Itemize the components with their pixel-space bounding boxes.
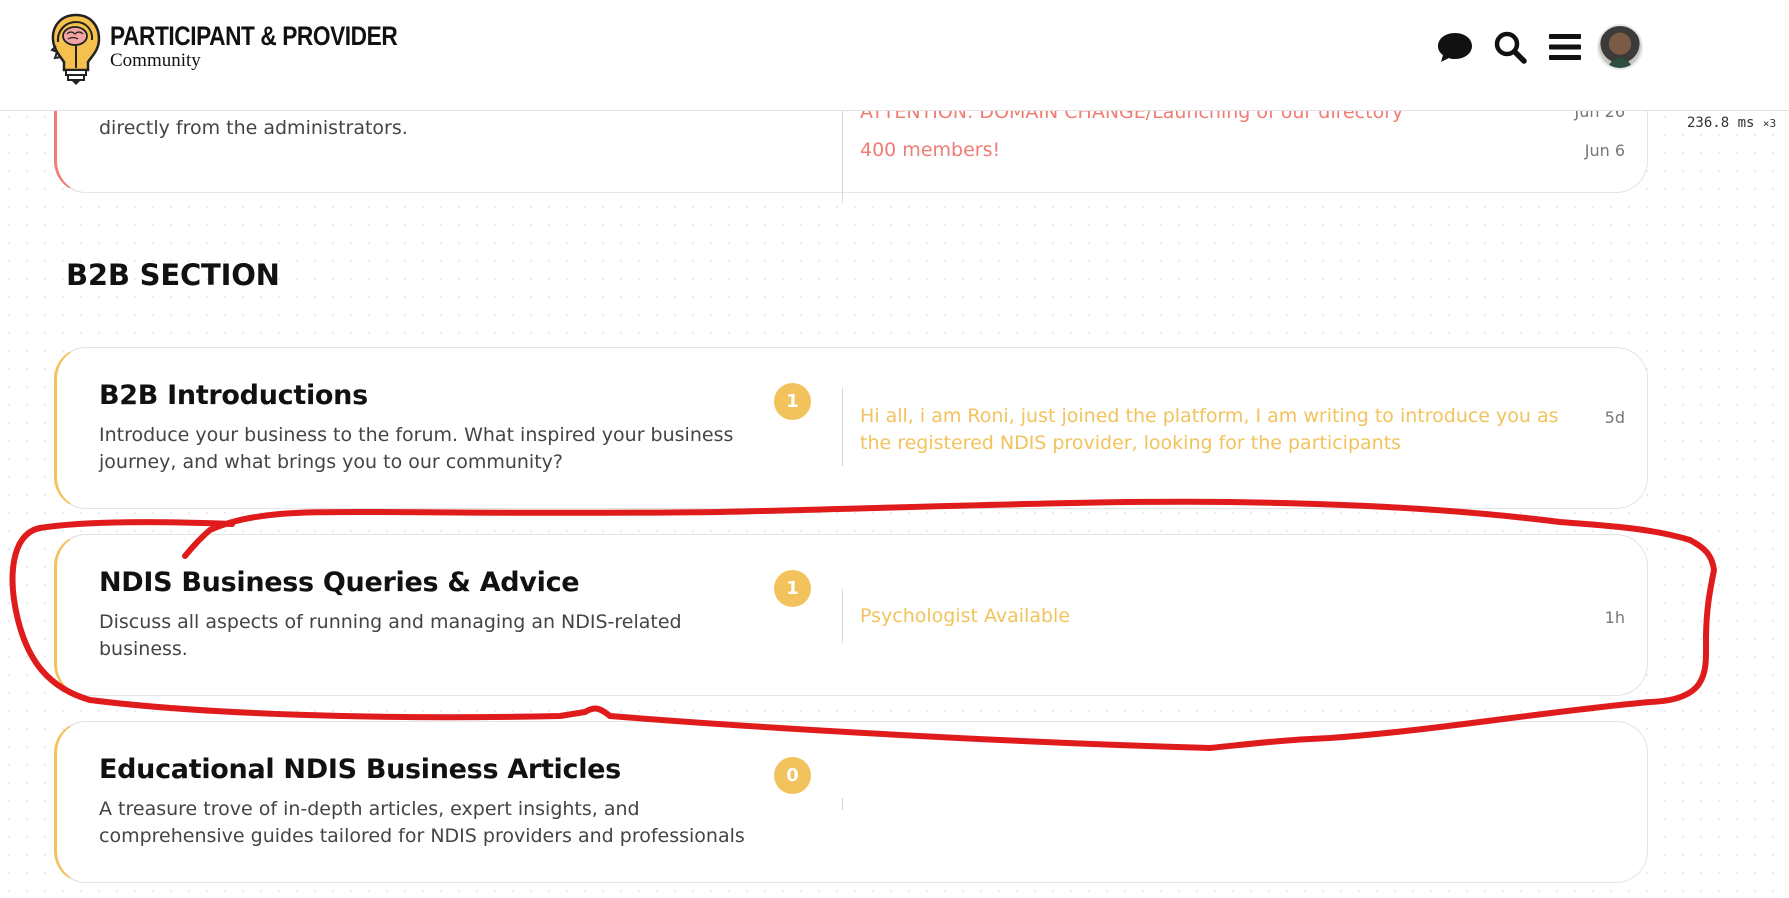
lightbulb-brain-logo-icon bbox=[50, 13, 101, 85]
search-icon bbox=[1494, 31, 1527, 64]
category-description: directly from the administrators. bbox=[99, 117, 408, 139]
search-button[interactable] bbox=[1487, 24, 1533, 70]
category-title[interactable]: Educational NDIS Business Articles bbox=[99, 754, 621, 785]
category-card-b2b-introductions[interactable]: B2B Introductions Introduce your busines… bbox=[54, 347, 1648, 509]
chat-icon bbox=[1438, 33, 1472, 62]
latest-topic-link[interactable]: 400 members! bbox=[860, 137, 1580, 164]
category-divider bbox=[842, 798, 843, 810]
latest-topic-link[interactable]: Psychologist Available bbox=[860, 603, 1580, 630]
latest-topic-age: 5d bbox=[1604, 408, 1625, 427]
perf-timer-readout: 236.8 ms ×3 bbox=[1683, 114, 1781, 132]
category-title[interactable]: NDIS Business Queries & Advice bbox=[99, 567, 580, 598]
topic-count-badge: 1 bbox=[774, 383, 811, 420]
latest-topic-link[interactable]: Hi all, i am Roni, just joined the platf… bbox=[860, 403, 1560, 457]
site-logo[interactable]: PARTICIPANT & PROVIDER Community bbox=[48, 12, 452, 86]
category-description: Discuss all aspects of running and manag… bbox=[99, 611, 682, 660]
topic-count-badge: 0 bbox=[774, 757, 811, 794]
category-card-educational-articles[interactable]: Educational NDIS Business Articles A tre… bbox=[54, 721, 1648, 883]
latest-topic-date: Jun 6 bbox=[1584, 141, 1625, 160]
category-title[interactable]: B2B Introductions bbox=[99, 380, 368, 411]
category-card-ndis-business-queries[interactable]: NDIS Business Queries & Advice Discuss a… bbox=[54, 534, 1648, 696]
logo-subtitle: Community bbox=[110, 49, 201, 71]
topic-count-badge: 1 bbox=[774, 570, 811, 607]
latest-topic-age: 1h bbox=[1604, 608, 1625, 627]
category-divider bbox=[842, 103, 843, 203]
hamburger-menu-icon bbox=[1549, 34, 1581, 60]
user-avatar[interactable] bbox=[1597, 24, 1643, 70]
section-heading: B2B SECTION bbox=[66, 258, 280, 292]
category-divider bbox=[842, 388, 843, 466]
chat-button[interactable] bbox=[1432, 24, 1478, 70]
category-description: A treasure trove of in-depth articles, e… bbox=[99, 798, 745, 847]
site-header: PARTICIPANT & PROVIDER Community bbox=[0, 0, 1789, 111]
menu-button[interactable] bbox=[1542, 24, 1588, 70]
logo-title: PARTICIPANT & PROVIDER bbox=[110, 20, 398, 51]
category-divider bbox=[842, 589, 843, 643]
category-description: Introduce your business to the forum. Wh… bbox=[99, 424, 734, 473]
